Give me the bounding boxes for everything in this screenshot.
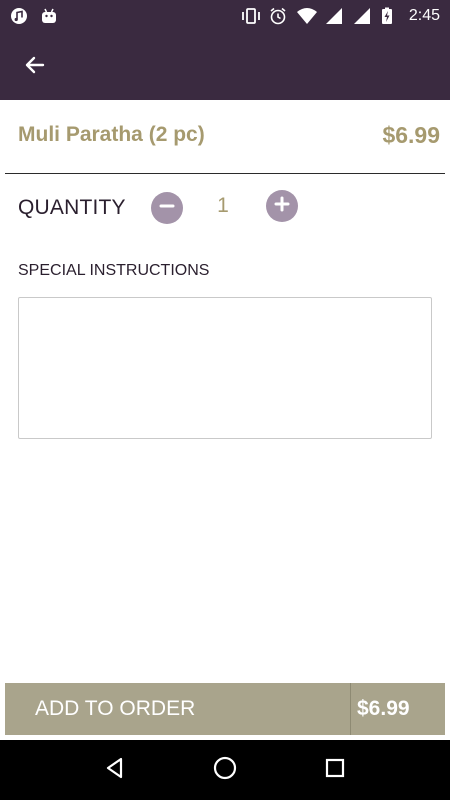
system-nav-bar xyxy=(0,740,450,800)
special-instructions-label: SPECIAL INSTRUCTIONS xyxy=(18,262,210,279)
alarm-icon xyxy=(269,7,287,25)
status-right-icons: 2:45 xyxy=(241,7,440,25)
quantity-value: 1 xyxy=(217,194,229,217)
status-time: 2:45 xyxy=(408,7,440,24)
music-icon xyxy=(10,7,28,25)
quantity-decrease-button[interactable] xyxy=(151,192,183,224)
app-bar xyxy=(0,32,450,100)
android-icon xyxy=(40,7,58,25)
item-name: Muli Paratha (2 pc) xyxy=(18,123,205,146)
quantity-row: QUANTITY 1 xyxy=(18,188,318,228)
item-price: $6.99 xyxy=(382,121,440,148)
nav-home-button[interactable] xyxy=(205,750,245,790)
arrow-left-icon xyxy=(23,53,47,82)
special-instructions-input[interactable] xyxy=(18,297,432,439)
status-bar: 2:45 xyxy=(0,0,450,32)
recents-square-icon xyxy=(323,756,347,785)
item-header: Muli Paratha (2 pc) $6.99 xyxy=(18,100,440,170)
quantity-label: QUANTITY xyxy=(18,196,126,219)
back-button[interactable] xyxy=(18,50,52,84)
wifi-icon xyxy=(296,7,317,25)
add-to-order-button[interactable]: ADD TO ORDER $6.99 xyxy=(5,683,445,735)
nav-back-button[interactable] xyxy=(95,750,135,790)
plus-circle-icon xyxy=(273,195,291,218)
nav-recents-button[interactable] xyxy=(315,750,355,790)
vibrate-icon xyxy=(241,7,260,25)
divider xyxy=(5,173,445,174)
status-left-icons xyxy=(10,7,58,25)
signal-icon xyxy=(325,7,343,25)
home-circle-icon xyxy=(212,755,238,786)
order-total-price: $6.99 xyxy=(357,697,410,720)
battery-charging-icon xyxy=(381,7,399,25)
quantity-increase-button[interactable] xyxy=(266,190,298,222)
add-to-order-label: ADD TO ORDER xyxy=(35,697,196,720)
minus-circle-icon xyxy=(158,197,176,220)
back-triangle-icon xyxy=(103,756,127,785)
signal-icon xyxy=(353,7,371,25)
